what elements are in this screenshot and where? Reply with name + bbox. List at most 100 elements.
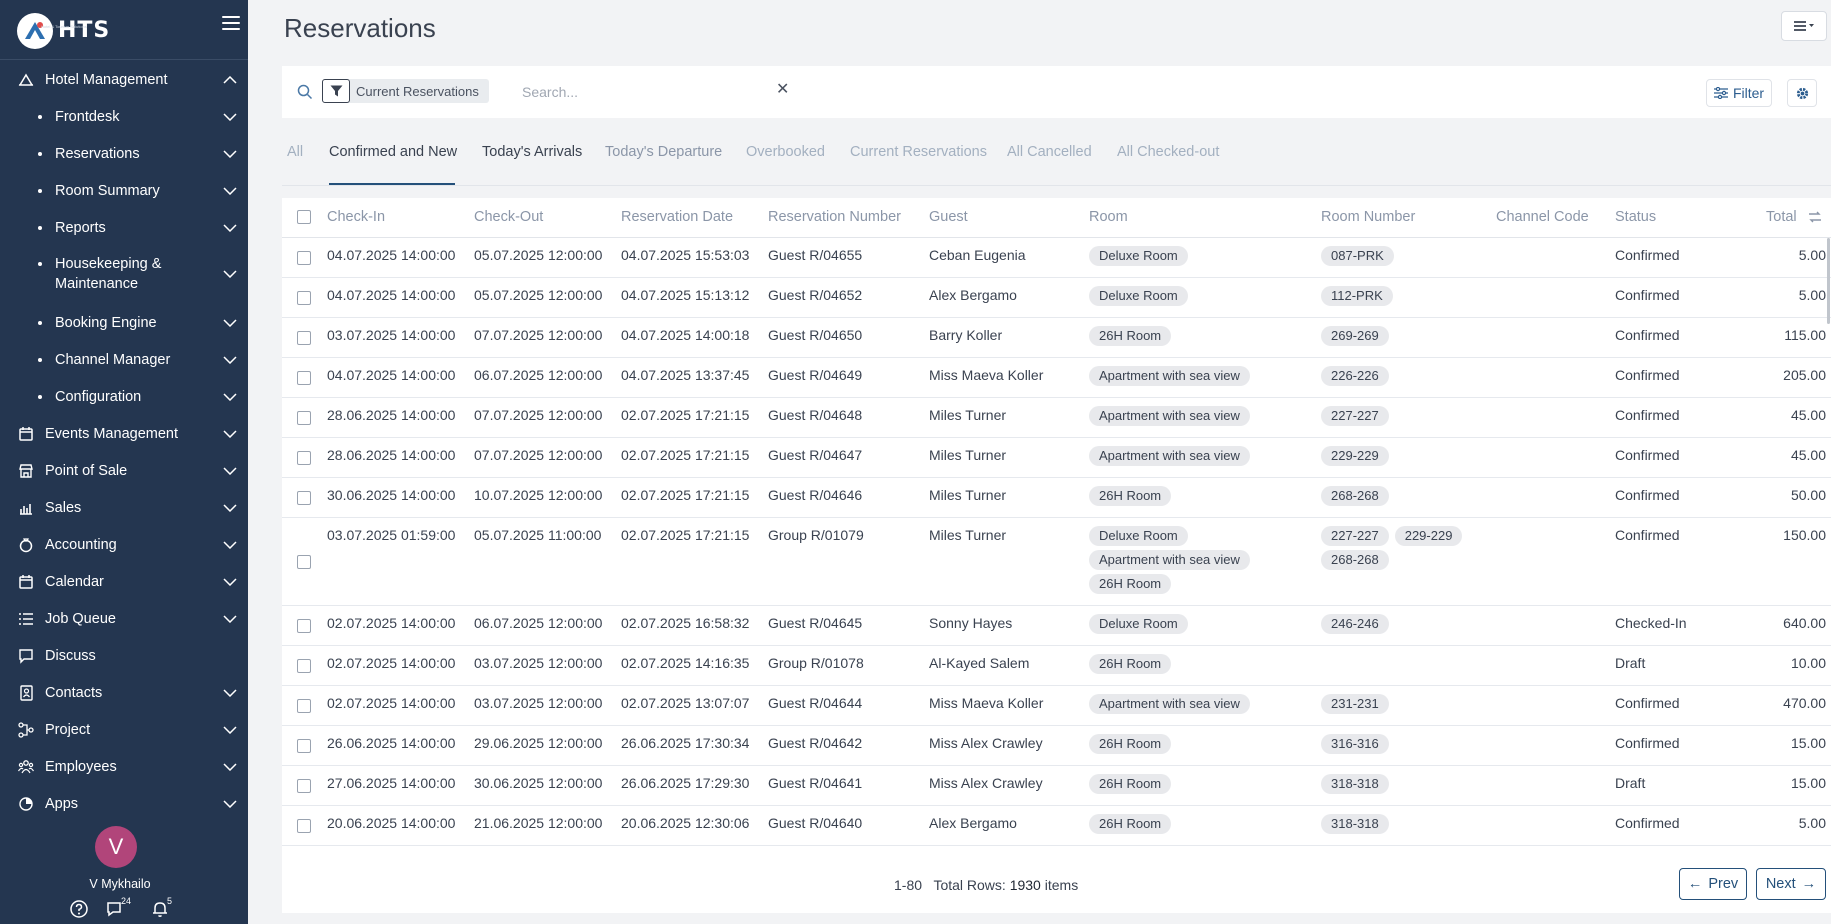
room-type-badge: Apartment with sea view (1089, 550, 1250, 570)
table-row[interactable]: 27.06.2025 14:00:00 30.06.2025 12:00:00 26… (282, 766, 1831, 806)
column-header-guest[interactable]: Guest (929, 209, 968, 225)
cell-room-number: 318-318 (1321, 774, 1491, 798)
sidebar-item-point-of-sale[interactable]: Point of Sale (0, 453, 248, 489)
column-header-channel-code[interactable]: Channel Code (1496, 209, 1589, 225)
room-type-badge: 26H Room (1089, 774, 1172, 794)
sidebar-item-discuss[interactable]: Discuss (0, 638, 248, 674)
help-icon[interactable] (69, 899, 89, 919)
sidebar-item-frontdesk[interactable]: Frontdesk (0, 99, 248, 135)
next-button[interactable]: Next → (1756, 868, 1826, 900)
avatar[interactable]: V (95, 826, 137, 868)
sidebar-item-housekeeping[interactable]: Housekeeping & Maintenance (0, 252, 248, 296)
table-row[interactable]: 03.07.2025 14:00:00 07.07.2025 12:00:00 04… (282, 318, 1831, 358)
chevron-down-icon (223, 800, 237, 808)
table-row[interactable]: 26.06.2025 14:00:00 29.06.2025 12:00:00 26… (282, 726, 1831, 766)
column-header-check-out[interactable]: Check-Out (474, 209, 543, 225)
column-header-room[interactable]: Room (1089, 209, 1128, 225)
sidebar-item-contacts[interactable]: Contacts (0, 675, 248, 711)
row-checkbox[interactable] (297, 371, 311, 385)
view-switcher-button[interactable] (1781, 11, 1827, 41)
tab-confirmed-and-new[interactable]: Confirmed and New (329, 144, 457, 160)
row-checkbox[interactable] (297, 411, 311, 425)
prev-button[interactable]: ← Prev (1679, 868, 1747, 900)
filter-funnel-icon (322, 79, 350, 103)
row-checkbox[interactable] (297, 779, 311, 793)
table-row[interactable]: 02.07.2025 14:00:00 03.07.2025 12:00:00 02… (282, 646, 1831, 686)
sidebar-item-sales[interactable]: Sales (0, 490, 248, 526)
column-header-reservation-date[interactable]: Reservation Date (621, 209, 733, 225)
row-checkbox[interactable] (297, 819, 311, 833)
table-row[interactable]: 02.07.2025 14:00:00 06.07.2025 12:00:00 02… (282, 606, 1831, 646)
sidebar-item-reservations[interactable]: Reservations (0, 136, 248, 172)
cell-status: Confirmed (1615, 247, 1680, 263)
cell-total: 15.00 (1790, 775, 1826, 791)
sidebar-item-project[interactable]: Project (0, 712, 248, 748)
sidebar-item-job-queue[interactable]: Job Queue (0, 601, 248, 637)
row-checkbox[interactable] (297, 491, 311, 505)
table-row[interactable]: 20.06.2025 14:00:00 21.06.2025 12:00:00 20… (282, 806, 1831, 846)
table-row[interactable]: 28.06.2025 14:00:00 07.07.2025 12:00:00 02… (282, 438, 1831, 478)
row-checkbox[interactable] (297, 699, 311, 713)
row-checkbox[interactable] (297, 555, 311, 569)
sidebar-item-events-management[interactable]: Events Management (0, 416, 248, 452)
settings-button[interactable] (1787, 79, 1817, 107)
column-settings-icon[interactable] (1808, 210, 1822, 224)
table-row[interactable]: 28.06.2025 14:00:00 07.07.2025 12:00:00 02… (282, 398, 1831, 438)
cell-guest: Miles Turner (929, 487, 1007, 503)
column-header-total[interactable]: Total (1766, 209, 1797, 225)
user-name[interactable]: V Mykhailo (0, 877, 240, 891)
sidebar-item-accounting[interactable]: Accounting (0, 527, 248, 563)
tab-todays-arrivals[interactable]: Today's Arrivals (482, 144, 582, 160)
column-header-room-number[interactable]: Room Number (1321, 209, 1415, 225)
tab-all-cancelled[interactable]: All Cancelled (1007, 144, 1092, 160)
cell-guest: Miss Alex Crawley (929, 775, 1043, 791)
sidebar-item-calendar[interactable]: Calendar (0, 564, 248, 600)
tab-all-checked-out[interactable]: All Checked-out (1117, 144, 1219, 160)
column-header-status[interactable]: Status (1615, 209, 1656, 225)
employees-icon (18, 760, 34, 774)
row-checkbox[interactable] (297, 331, 311, 345)
column-header-check-in[interactable]: Check-In (327, 209, 385, 225)
column-header-reservation-number[interactable]: Reservation Number (768, 209, 901, 225)
tab-all[interactable]: All (287, 144, 303, 160)
search-icon[interactable] (297, 84, 313, 100)
tab-overbooked[interactable]: Overbooked (746, 144, 825, 160)
sidebar-item-channel-manager[interactable]: Channel Manager (0, 342, 248, 378)
sidebar-item-reports[interactable]: Reports (0, 210, 248, 246)
row-checkbox[interactable] (297, 251, 311, 265)
row-checkbox[interactable] (297, 291, 311, 305)
filter-button[interactable]: Filter (1706, 79, 1772, 107)
sidebar-item-configuration[interactable]: Configuration (0, 379, 248, 415)
menu-toggle-icon[interactable] (222, 16, 240, 32)
table-row[interactable]: 30.06.2025 14:00:00 10.07.2025 12:00:00 02… (282, 478, 1831, 518)
sidebar-item-room-summary[interactable]: Room Summary (0, 173, 248, 209)
sidebar-item-hotel-management[interactable]: Hotel Management (0, 62, 248, 98)
search-facet[interactable]: Current Reservations (322, 79, 489, 103)
row-checkbox[interactable] (297, 451, 311, 465)
store-icon (19, 464, 33, 478)
search-input[interactable] (522, 80, 922, 104)
tab-todays-departure[interactable]: Today's Departure (605, 144, 722, 160)
cell-total: 470.00 (1783, 695, 1826, 711)
cell-guest: Miles Turner (929, 447, 1007, 463)
cell-room: Deluxe Room (1089, 246, 1289, 270)
cell-check-in: 03.07.2025 14:00:00 (327, 327, 456, 343)
table-row[interactable]: 04.07.2025 14:00:00 06.07.2025 12:00:00 04… (282, 358, 1831, 398)
table-row[interactable]: 03.07.2025 01:59:00 05.07.2025 11:00:00 02… (282, 518, 1831, 606)
row-checkbox[interactable] (297, 739, 311, 753)
sidebar-item-booking-engine[interactable]: Booking Engine (0, 305, 248, 341)
table-row[interactable]: 02.07.2025 14:00:00 03.07.2025 12:00:00 02… (282, 686, 1831, 726)
row-checkbox[interactable] (297, 619, 311, 633)
cell-room-number: 226-226 (1321, 366, 1491, 390)
cell-reservation-number: Guest R/04640 (768, 815, 863, 831)
sidebar-item-employees[interactable]: Employees (0, 749, 248, 785)
logo[interactable]: HTS (17, 13, 110, 49)
sidebar-item-apps[interactable]: Apps (0, 786, 248, 814)
table-row[interactable]: 04.07.2025 14:00:00 05.07.2025 12:00:00 04… (282, 238, 1831, 278)
cell-reservation-number: Group R/01079 (768, 527, 864, 543)
tab-current-reservations[interactable]: Current Reservations (850, 144, 987, 160)
select-all-checkbox[interactable] (297, 210, 311, 224)
table-row[interactable]: 04.07.2025 14:00:00 05.07.2025 12:00:00 04… (282, 278, 1831, 318)
table-scrollbar[interactable] (1827, 238, 1830, 324)
row-checkbox[interactable] (297, 659, 311, 673)
